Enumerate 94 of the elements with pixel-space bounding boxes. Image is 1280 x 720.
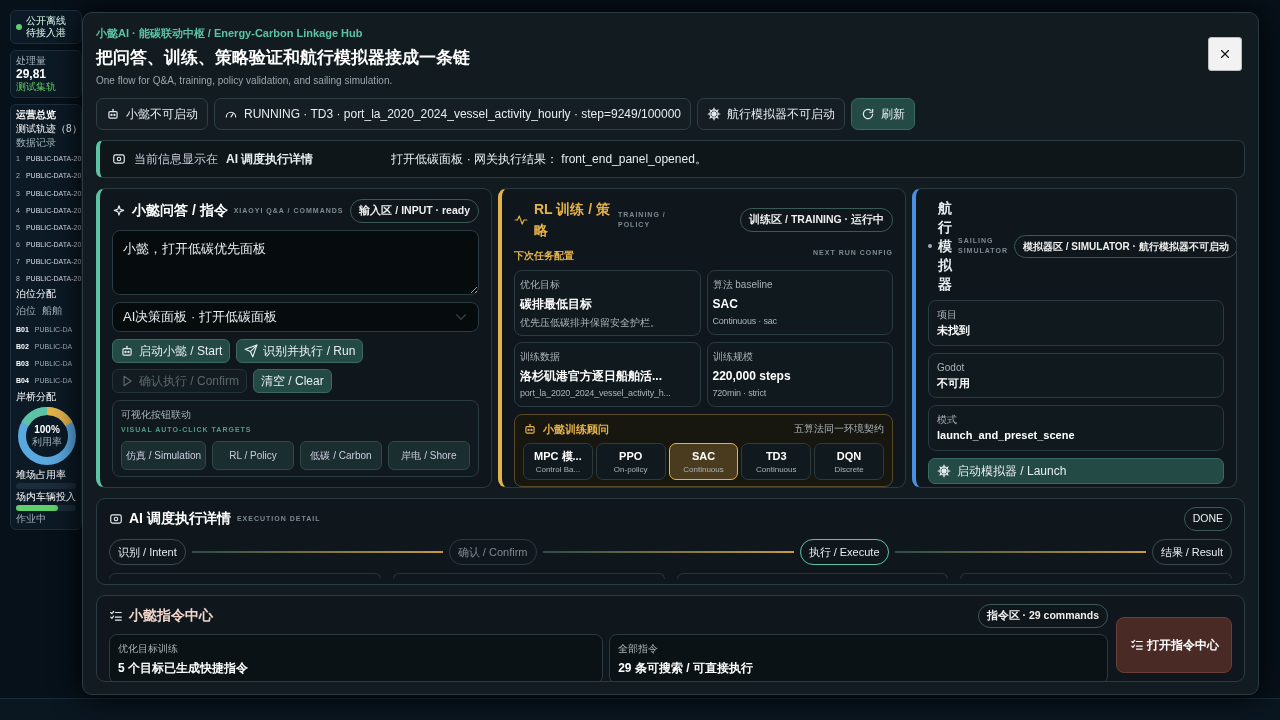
config-note: port_la_2020_2024_vessel_activity_h... xyxy=(520,388,672,400)
banner-text: 待接入港 xyxy=(26,27,66,39)
section-title: 下次任务配置 xyxy=(514,249,574,263)
config-value: 220,000 steps xyxy=(712,368,792,385)
send-icon xyxy=(244,343,259,358)
config-note: 优先压低碳排并保留安全护栏。 xyxy=(520,316,661,329)
status-chip: RUNNING · TD3 · port_la_2020_2024_vessel_activity_hourly · step=9249/100000 xyxy=(214,98,692,130)
sparkle-icon xyxy=(112,203,126,218)
decision-select[interactable]: AI决策面板 · 打开低碳面板 xyxy=(112,302,479,332)
field-value: launch_and_preset_scene xyxy=(937,428,1076,444)
target-button[interactable]: 仿真 / Simulation xyxy=(121,441,207,470)
close-button[interactable] xyxy=(1208,37,1242,71)
refresh-icon xyxy=(861,107,876,121)
algorithm-option[interactable]: DQN Discrete xyxy=(814,443,884,481)
config-note: 720min · strict xyxy=(712,388,767,400)
helm-icon xyxy=(707,107,722,121)
config-label: 训练数据 xyxy=(520,350,561,364)
pulse-icon xyxy=(514,213,528,227)
status-dot-icon xyxy=(16,24,22,30)
section-title: 测试轨迹（8） xyxy=(16,123,76,136)
panel-note: 五算法同一环境契约 xyxy=(794,422,884,436)
card-title: RL 训练 / 策略 xyxy=(534,200,611,240)
modal-description: One flow for Q&A, training, policy validation, and sailing simulation. xyxy=(96,74,394,88)
robot-icon xyxy=(523,421,537,436)
config-value: 洛杉矶港官方逐日船舶活... xyxy=(520,368,663,385)
algorithm-option[interactable]: SAC Continuous xyxy=(668,443,739,481)
field-value: 未找到 xyxy=(937,323,971,339)
panel-title: 运营总览 xyxy=(16,109,57,122)
target-button[interactable]: 低碳 / Carbon xyxy=(300,441,382,470)
banner-text: 公开离线 xyxy=(26,15,66,27)
launch-button[interactable]: 启动模拟器 / Launch xyxy=(928,457,1224,484)
refresh-button[interactable]: 刷新 xyxy=(851,98,916,130)
summary-label: 全部指令 xyxy=(618,641,660,656)
panel-title: 小懿训练顾问 xyxy=(543,421,609,437)
section-subtitle: 数据记录 xyxy=(16,137,57,150)
modal-title: 把问答、训练、策略验证和航行模拟器接成一条链 xyxy=(96,46,470,69)
algorithm-option[interactable]: PPO On-policy xyxy=(595,443,666,481)
field-label: 项目 xyxy=(937,308,958,323)
column-header: 船舶 xyxy=(42,305,62,318)
info-prefix: 当前信息显示在 xyxy=(134,151,218,168)
config-value: SAC xyxy=(712,296,739,313)
config-label: 训练规模 xyxy=(712,350,754,364)
command-input[interactable]: 小懿，打开低碳优先面板 xyxy=(112,229,479,295)
algorithm-option[interactable]: MPC 模... Control Ba... xyxy=(523,443,593,481)
status-text: 作业中 xyxy=(16,512,47,525)
kpi-value: 29,81 xyxy=(16,67,48,82)
status-chip: 小懿不可启动 xyxy=(96,98,208,130)
panel-label: 可视化按钮联动 xyxy=(121,407,192,422)
config-label: 优化目标 xyxy=(520,278,561,292)
column-header: 泊位 xyxy=(16,305,36,318)
donut-value: 100% xyxy=(34,423,60,436)
card-title: 小懿问答 / 指令 xyxy=(132,201,228,221)
card-title: 航行模拟器 xyxy=(938,199,952,294)
field-label: Godot xyxy=(937,360,966,375)
open-command-center-button[interactable]: 打开指令中心 xyxy=(1116,617,1232,673)
kpi-note: 测试集轨 xyxy=(16,81,57,94)
info-message: 打开低碳面板 · 网关执行结果： front_end_panel_opened。 xyxy=(391,151,707,168)
section-title: 堆场占用率 xyxy=(16,468,67,481)
summary-label: 优化目标训练 xyxy=(118,641,179,656)
close-icon xyxy=(1218,47,1232,61)
algorithm-option[interactable]: TD3 Continuous xyxy=(741,443,812,481)
section-title: 场内车辆投入 xyxy=(16,490,76,503)
robot-icon xyxy=(106,107,120,121)
screen-icon xyxy=(109,511,123,526)
field-value: 不可用 xyxy=(937,375,971,391)
helm-icon xyxy=(937,463,951,478)
modal-kicker: 小懿AI · 能碳联动中枢 / Energy-Carbon Linkage Hub xyxy=(96,26,364,41)
checklist-icon xyxy=(1129,638,1144,652)
config-value: 碳排最低目标 xyxy=(520,296,593,313)
robot-icon xyxy=(120,343,134,358)
section-title: 泊位分配 xyxy=(16,288,57,301)
action-button[interactable]: 启动小懿 / Start xyxy=(112,338,231,363)
field-label: 模式 xyxy=(937,413,958,428)
target-button[interactable]: 岸电 / Shore xyxy=(388,441,470,470)
target-button[interactable]: RL / Policy xyxy=(212,441,294,470)
donut-chart xyxy=(16,404,78,467)
config-note: Continuous · sac xyxy=(712,316,778,328)
config-label: 算法 baseline xyxy=(712,278,774,292)
bullet-icon xyxy=(928,244,932,249)
donut-label: 利用率 xyxy=(32,435,62,448)
panel-title: 小懿指令中心 xyxy=(129,606,213,626)
info-target: AI 调度执行详情 xyxy=(226,151,314,168)
play-icon xyxy=(120,373,134,388)
kpi-label: 处理量 xyxy=(16,55,47,67)
summary-value: 5 个目标已生成快捷指令 xyxy=(118,659,249,677)
section-title: 岸桥分配 xyxy=(16,390,57,403)
screen-icon xyxy=(112,152,126,166)
action-button[interactable]: 识别并执行 / Run xyxy=(236,338,364,363)
action-button[interactable]: 清空 / Clear xyxy=(253,368,332,393)
yard-bar xyxy=(16,482,76,489)
status-chip: 航行模拟器不可启动 xyxy=(697,98,846,130)
panel-title: AI 调度执行详情 xyxy=(129,509,231,529)
summary-value: 29 条可搜索 / 可直接执行 xyxy=(618,659,754,677)
checklist-icon xyxy=(109,608,123,623)
